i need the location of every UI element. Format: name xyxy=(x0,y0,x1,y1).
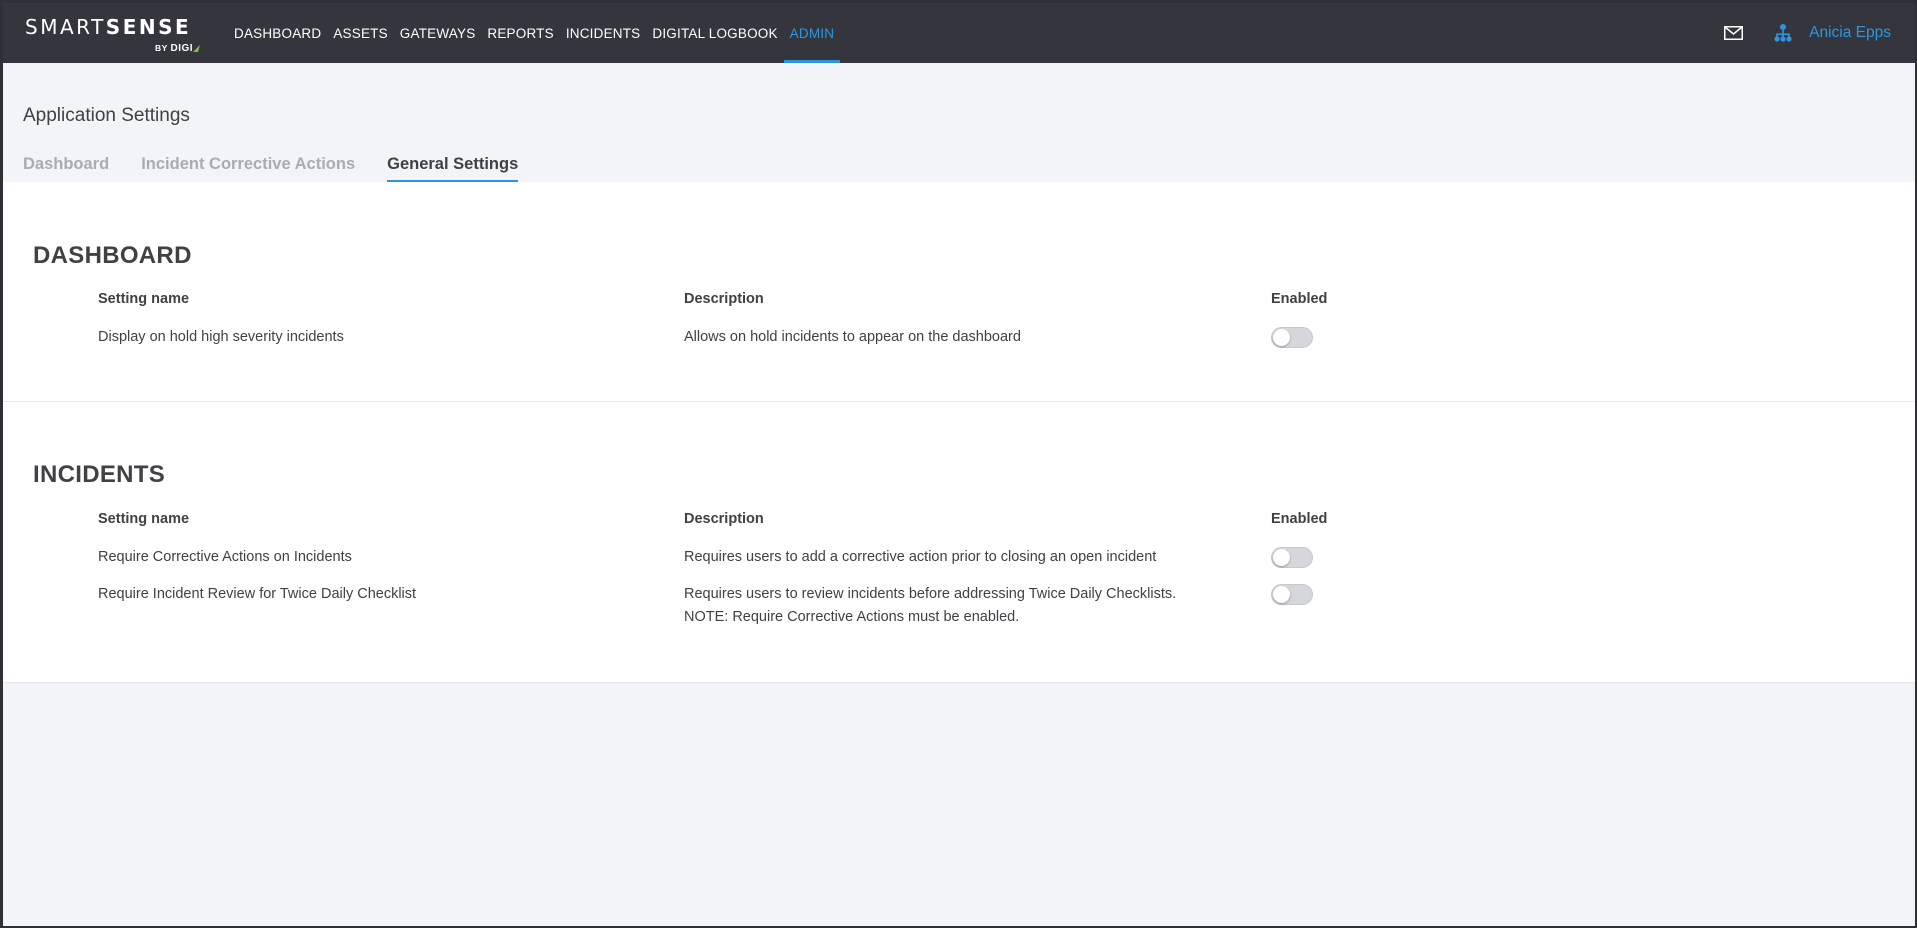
toggle-knob xyxy=(1273,329,1290,346)
nav-item-label: DASHBOARD xyxy=(234,25,322,41)
nav-item-gateways[interactable]: GATEWAYS xyxy=(394,3,482,63)
app-window: SMARTSENSE BY DIGI DASHBOARD ASSETS GATE… xyxy=(3,3,1915,926)
setting-enabled-toggle[interactable] xyxy=(1271,584,1313,605)
setting-name: Display on hold high severity incidents xyxy=(98,329,344,345)
nav-item-assets[interactable]: ASSETS xyxy=(327,3,393,63)
nav-item-reports[interactable]: REPORTS xyxy=(481,3,559,63)
setting-description-note: NOTE: Require Corrective Actions must be… xyxy=(684,609,1020,625)
nav-item-label: DIGITAL LOGBOOK xyxy=(652,25,778,41)
logo-text-sense: SENSE xyxy=(105,15,192,39)
nav-item-digital-logbook[interactable]: DIGITAL LOGBOOK xyxy=(646,3,783,63)
toggle-knob xyxy=(1273,586,1290,603)
nav-item-admin[interactable]: ADMIN xyxy=(783,3,841,63)
logo-text-digi: DIGI xyxy=(170,43,194,54)
section-title: INCIDENTS xyxy=(33,461,166,488)
logo-wordmark: SMARTSENSE xyxy=(25,15,191,39)
main-nav: DASHBOARD ASSETS GATEWAYS REPORTS INCIDE… xyxy=(228,3,840,63)
tab-incident-corrective-actions[interactable]: Incident Corrective Actions xyxy=(141,155,355,179)
logo-text-by: BY xyxy=(155,43,168,53)
column-header-enabled: Enabled xyxy=(1271,291,1328,307)
page-title: Application Settings xyxy=(23,105,190,126)
column-header-description: Description xyxy=(684,291,764,307)
column-header-setting-name: Setting name xyxy=(98,291,190,307)
logo-byline: BY DIGI xyxy=(155,43,201,54)
nav-item-label: INCIDENTS xyxy=(565,25,641,41)
column-header-description: Description xyxy=(684,511,764,527)
dashboard-settings-section: DASHBOARD Setting name Description Enabl… xyxy=(3,182,1915,402)
org-chart-icon[interactable] xyxy=(1771,21,1795,45)
nav-item-label: ASSETS xyxy=(333,25,388,41)
setting-description: Requires users to review incidents befor… xyxy=(684,586,1177,602)
setting-name: Require Corrective Actions on Incidents xyxy=(98,549,352,565)
top-navigation-bar: SMARTSENSE BY DIGI DASHBOARD ASSETS GATE… xyxy=(3,3,1915,63)
nav-item-label: REPORTS xyxy=(487,25,554,41)
tab-dashboard[interactable]: Dashboard xyxy=(23,155,109,179)
column-header-enabled: Enabled xyxy=(1271,511,1328,527)
nav-item-label: GATEWAYS xyxy=(399,25,476,41)
nav-item-dashboard[interactable]: DASHBOARD xyxy=(228,3,327,63)
incidents-settings-section: INCIDENTS Setting name Description Enabl… xyxy=(3,402,1915,683)
setting-enabled-toggle[interactable] xyxy=(1271,547,1313,568)
logo-text-smart: SMART xyxy=(25,15,106,39)
nav-item-incidents[interactable]: INCIDENTS xyxy=(560,3,647,63)
section-title: DASHBOARD xyxy=(33,242,192,269)
digi-check-icon xyxy=(193,45,201,52)
mail-icon[interactable] xyxy=(1721,21,1745,45)
smartsense-logo[interactable]: SMARTSENSE BY DIGI xyxy=(25,15,205,57)
settings-tabs: Dashboard Incident Corrective Actions Ge… xyxy=(23,155,550,182)
setting-name: Require Incident Review for Twice Daily … xyxy=(98,586,417,602)
user-menu[interactable]: Anicia Epps xyxy=(1809,24,1891,42)
tab-general-settings[interactable]: General Settings xyxy=(387,155,519,182)
toggle-knob xyxy=(1273,549,1290,566)
setting-description: Requires users to add a corrective actio… xyxy=(684,549,1157,565)
column-header-setting-name: Setting name xyxy=(98,511,190,527)
setting-description: Allows on hold incidents to appear on th… xyxy=(684,329,1021,345)
header-actions: Anicia Epps xyxy=(1721,3,1891,63)
setting-enabled-toggle[interactable] xyxy=(1271,327,1313,348)
settings-panel: DASHBOARD Setting name Description Enabl… xyxy=(3,182,1915,683)
nav-item-label: ADMIN xyxy=(789,25,835,41)
